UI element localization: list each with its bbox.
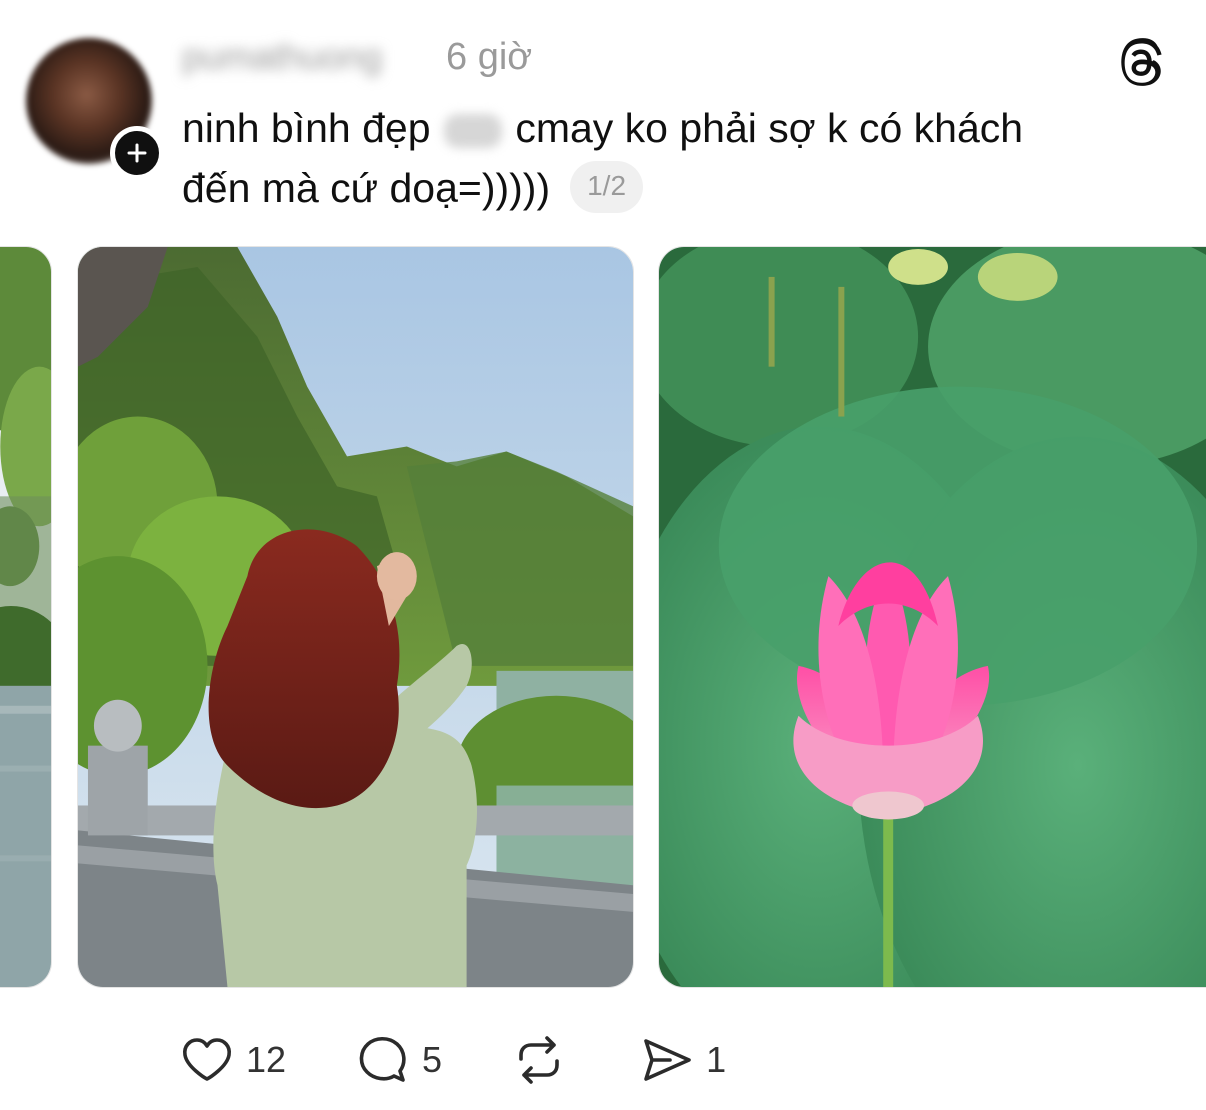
blurred-text: [443, 114, 502, 149]
follow-button[interactable]: [110, 126, 164, 180]
repost-icon: [519, 1036, 559, 1084]
comment-count: 5: [422, 1039, 443, 1080]
caption-text-line-2: đến mà cứ doạ=))))): [182, 165, 551, 211]
carousel-photo-previous[interactable]: [0, 246, 52, 988]
heart-icon: [183, 1038, 231, 1081]
caption-line-2: đến mà cứ doạ=))))) 1/2: [182, 158, 1142, 218]
page-counter: 1/2: [570, 161, 644, 214]
post-caption: ninh bình đẹp cmay ko phải sợ k có khách…: [182, 98, 1142, 218]
carousel-photo-1[interactable]: [77, 246, 634, 988]
caption-line-1: ninh bình đẹp cmay ko phải sợ k có khách: [182, 98, 1142, 158]
caption-text-part-1: ninh bình đẹp: [182, 105, 431, 151]
thread-post: pumathuong 6 giờ ninh bình đẹp cmay ko p…: [0, 0, 1206, 1110]
like-count: 12: [246, 1039, 287, 1080]
comment-icon: [359, 1036, 406, 1082]
threads-logo-icon[interactable]: [1115, 37, 1167, 89]
share-count: 1: [706, 1039, 727, 1080]
like-button[interactable]: 12: [180, 1033, 286, 1087]
action-bar: 12 5 1: [180, 1030, 796, 1090]
plus-icon: [127, 143, 147, 163]
timestamp: 6 giờ: [446, 36, 533, 78]
comment-button[interactable]: 5: [356, 1033, 442, 1087]
send-icon: [644, 1039, 691, 1081]
image-carousel[interactable]: [0, 246, 1206, 990]
username[interactable]: pumathuong: [182, 32, 432, 82]
carousel-photo-2[interactable]: [658, 246, 1206, 988]
caption-text-part-2: cmay ko phải sợ k có khách: [515, 105, 1024, 151]
repost-button[interactable]: [512, 1033, 566, 1087]
share-button[interactable]: 1: [640, 1033, 726, 1087]
